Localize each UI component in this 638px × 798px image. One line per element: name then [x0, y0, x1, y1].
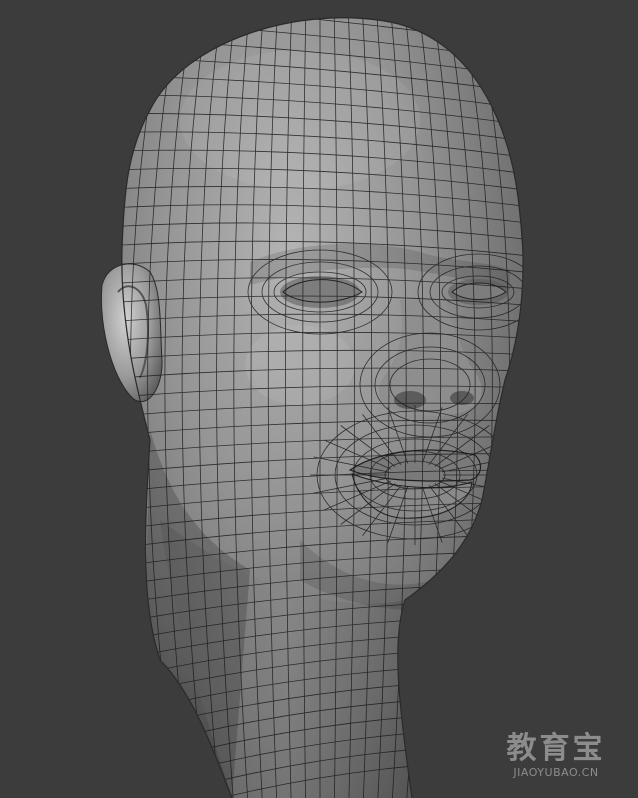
wire-line — [121, 17, 126, 798]
wire-line — [529, 0, 578, 798]
wire-line — [121, 17, 140, 798]
wire-line — [514, 17, 524, 798]
viewport-3d: 教育宝 JIAOYUBAO.CN — [0, 0, 638, 798]
head-wireframe-render — [100, 0, 578, 798]
wire-line — [500, 17, 524, 798]
ear — [100, 263, 163, 403]
watermark-title: 教育宝 — [506, 731, 606, 766]
watermark-url: JIAOYUBAO.CN — [513, 766, 599, 779]
watermark: 教育宝 JIAOYUBAO.CN — [496, 732, 616, 780]
